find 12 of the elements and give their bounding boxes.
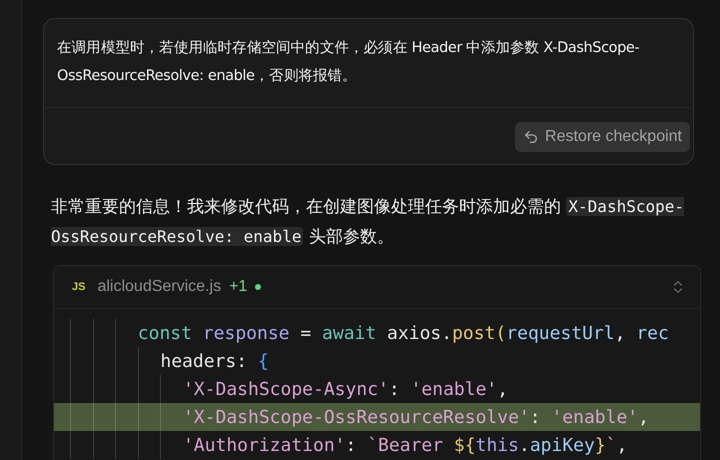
change-count: +1 bbox=[229, 277, 248, 297]
code-text: headers: { bbox=[160, 350, 269, 374]
code-text: const response = await axios.post(requestUrl, rec bbox=[138, 322, 669, 346]
language-label: JS bbox=[72, 280, 86, 295]
code-text: 'X-DashScope-OssResourceResolve': 'enable', bbox=[182, 406, 649, 430]
code-text: 'Authorization': `Bearer ${this.apiKey}`, bbox=[182, 434, 628, 458]
assistant-reply: 非常重要的信息！我来修改代码，在创建图像处理任务时添加必需的 X-DashScope-OssResourceResolve: enable 头部参数。 bbox=[51, 196, 685, 249]
file-name: alicloudService.js bbox=[97, 277, 222, 297]
restore-checkpoint-button[interactable]: Restore checkpoint bbox=[515, 122, 690, 152]
code-text: 'X-DashScope-Async': 'enable', bbox=[182, 378, 508, 402]
user-message: 在调用模型时，若使用临时存储空间中的文件，必须在 Header 中添加参数 X-DashScope-OssResourceResolve: enable，否则将报错。 bbox=[56, 39, 640, 86]
undo-icon bbox=[523, 129, 540, 145]
